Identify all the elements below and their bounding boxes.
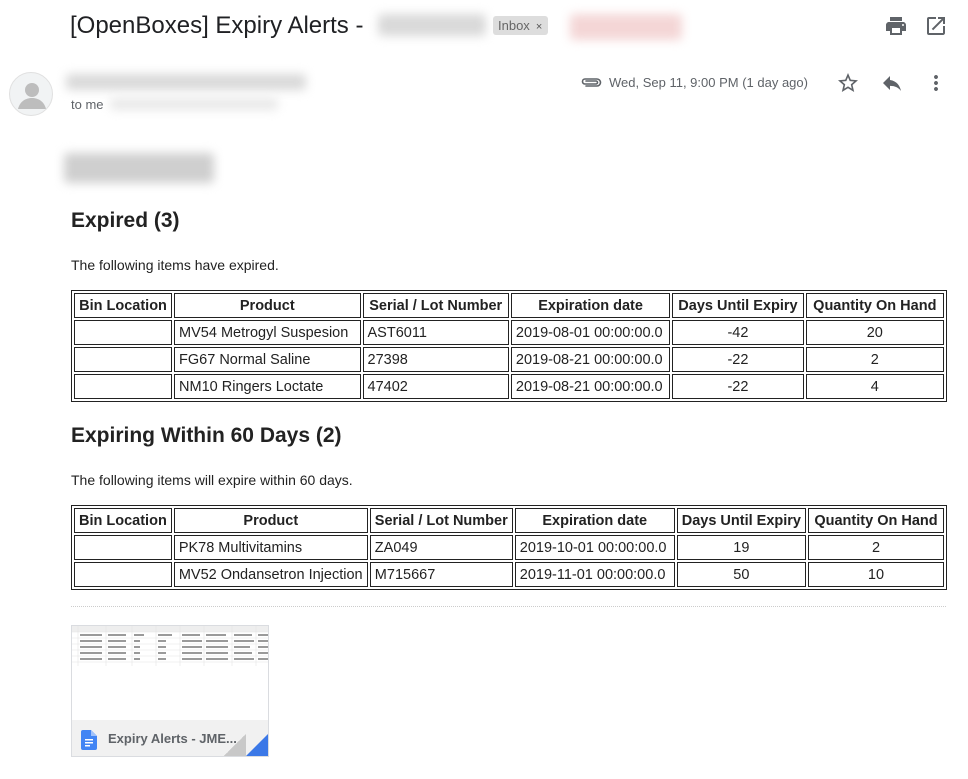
- expiring-items-table: Bin Location Product Serial / Lot Number…: [71, 505, 947, 590]
- cell-expiration-date: 2019-08-21 00:00:00.0: [510, 374, 671, 399]
- col-expiration-date: Expiration date: [510, 293, 671, 318]
- cell-bin-location: [74, 562, 172, 587]
- redacted-sender-name: [66, 74, 306, 90]
- col-quantity-on-hand: Quantity On Hand: [807, 508, 944, 533]
- cell-serial-lot: M715667: [369, 562, 513, 587]
- inbox-label-text: Inbox: [498, 18, 530, 33]
- cell-expiration-date: 2019-11-01 00:00:00.0: [514, 562, 675, 587]
- cell-serial-lot: 47402: [362, 374, 509, 399]
- reply-icon[interactable]: [880, 71, 904, 95]
- table-header-row: Bin Location Product Serial / Lot Number…: [74, 508, 944, 533]
- col-bin-location: Bin Location: [74, 293, 173, 318]
- subject-text: [OpenBoxes] Expiry Alerts -: [70, 12, 364, 39]
- col-serial-lot: Serial / Lot Number: [369, 508, 513, 533]
- cell-bin-location: [74, 347, 173, 372]
- cell-serial-lot: AST6011: [362, 320, 509, 345]
- attachments-divider: [71, 606, 946, 607]
- col-product: Product: [173, 508, 368, 533]
- google-sheets-doc-icon: [81, 730, 97, 750]
- cell-bin-location: [74, 374, 173, 399]
- corner-fold: [224, 734, 246, 756]
- inbox-label-chip: Inbox ×: [493, 16, 549, 35]
- paperclip-icon: [580, 73, 602, 91]
- redacted-subject-part: [378, 14, 486, 36]
- cell-quantity-on-hand: 10: [807, 562, 944, 587]
- col-quantity-on-hand: Quantity On Hand: [805, 293, 944, 318]
- redacted-label: [570, 14, 682, 40]
- cell-expiration-date: 2019-08-21 00:00:00.0: [510, 347, 671, 372]
- table-header-row: Bin Location Product Serial / Lot Number…: [74, 293, 944, 318]
- cell-days-until-expiry: -22: [672, 374, 804, 399]
- attachment-card[interactable]: Expiry Alerts - JME...: [71, 625, 269, 757]
- recipient-line[interactable]: to me: [71, 97, 104, 112]
- col-product: Product: [174, 293, 361, 318]
- cell-serial-lot: 27398: [362, 347, 509, 372]
- expiring-section-title: Expiring Within 60 Days (2): [71, 424, 342, 447]
- cell-expiration-date: 2019-08-01 00:00:00.0: [510, 320, 671, 345]
- star-icon[interactable]: [836, 71, 860, 95]
- cell-days-until-expiry: -22: [672, 347, 804, 372]
- more-vert-icon[interactable]: [924, 71, 948, 95]
- cell-product: MV54 Metrogyl Suspesion: [174, 320, 361, 345]
- redacted-recipient: [110, 98, 278, 110]
- cell-days-until-expiry: 50: [676, 562, 806, 587]
- table-row: NM10 Ringers Loctate 47402 2019-08-21 00…: [74, 374, 944, 399]
- email-subject: [OpenBoxes] Expiry Alerts -: [70, 10, 363, 42]
- to-me-label: to me: [71, 97, 104, 112]
- col-days-until-expiry: Days Until Expiry: [676, 508, 806, 533]
- cell-days-until-expiry: 19: [676, 535, 806, 560]
- table-row: FG67 Normal Saline 27398 2019-08-21 00:0…: [74, 347, 944, 372]
- cell-bin-location: [74, 535, 172, 560]
- col-days-until-expiry: Days Until Expiry: [672, 293, 804, 318]
- print-icon[interactable]: [884, 14, 908, 38]
- expired-section-title: Expired (3): [71, 209, 180, 232]
- table-row: MV54 Metrogyl Suspesion AST6011 2019-08-…: [74, 320, 944, 345]
- col-expiration-date: Expiration date: [514, 508, 675, 533]
- file-type-corner: [246, 734, 268, 756]
- expired-items-table: Bin Location Product Serial / Lot Number…: [71, 290, 947, 402]
- cell-product: NM10 Ringers Loctate: [174, 374, 361, 399]
- person-avatar-icon: [9, 72, 53, 116]
- col-bin-location: Bin Location: [74, 508, 172, 533]
- col-serial-lot: Serial / Lot Number: [362, 293, 509, 318]
- table-row: PK78 Multivitamins ZA049 2019-10-01 00:0…: [74, 535, 944, 560]
- expiring-section-description: The following items will expire within 6…: [71, 472, 353, 488]
- spreadsheet-thumbnail: [72, 626, 268, 720]
- table-row: MV52 Ondansetron Injection M715667 2019-…: [74, 562, 944, 587]
- cell-product: MV52 Ondansetron Injection: [173, 562, 368, 587]
- cell-serial-lot: ZA049: [369, 535, 513, 560]
- open-in-new-window-icon[interactable]: [924, 14, 948, 38]
- cell-expiration-date: 2019-10-01 00:00:00.0: [514, 535, 675, 560]
- cell-quantity-on-hand: 20: [805, 320, 944, 345]
- remove-label-button[interactable]: ×: [536, 21, 542, 33]
- cell-product: FG67 Normal Saline: [174, 347, 361, 372]
- cell-quantity-on-hand: 4: [805, 374, 944, 399]
- cell-quantity-on-hand: 2: [807, 535, 944, 560]
- cell-bin-location: [74, 320, 173, 345]
- expired-section-description: The following items have expired.: [71, 257, 279, 273]
- cell-quantity-on-hand: 2: [805, 347, 944, 372]
- attachment-filename: Expiry Alerts - JME...: [108, 731, 237, 746]
- cell-product: PK78 Multivitamins: [173, 535, 368, 560]
- email-date: Wed, Sep 11, 9:00 PM (1 day ago): [609, 75, 808, 90]
- redacted-greeting: [64, 153, 214, 183]
- cell-days-until-expiry: -42: [672, 320, 804, 345]
